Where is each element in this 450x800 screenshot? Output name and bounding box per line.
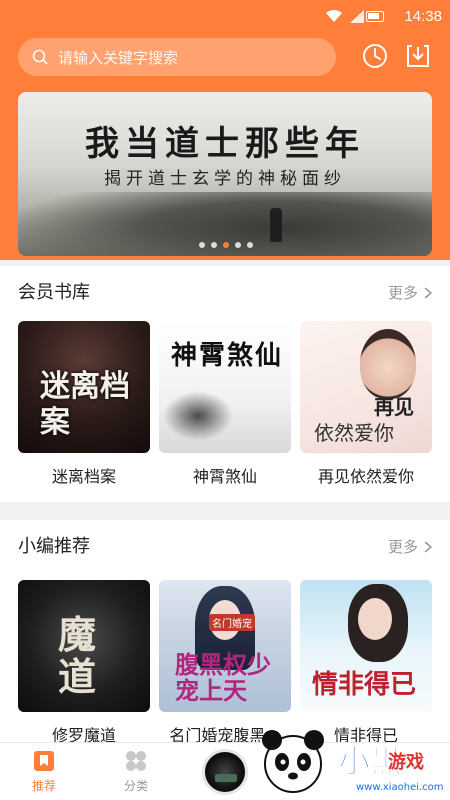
book-cover: 神霄煞仙 [159, 321, 291, 453]
chevron-right-icon [424, 540, 432, 553]
status-time: 14:38 [404, 8, 442, 25]
cover-tag: 名门婚宠 [209, 614, 255, 631]
battery-icon [366, 11, 384, 22]
cover-text: 再见 [374, 395, 414, 419]
wifi-icon [326, 10, 342, 22]
cover-text: 情非得已 [312, 670, 417, 700]
cover-text: 魔道 [58, 612, 97, 699]
cover-text: 腹黑权少宠上天 [175, 650, 271, 705]
book-card[interactable]: 再见 依然爱你 再见依然爱你 [300, 321, 432, 487]
section-title: 会员书库 [18, 282, 90, 303]
more-label: 更多 [387, 538, 418, 556]
book-card[interactable]: 神霄煞仙 神霄煞仙 [159, 321, 291, 487]
banner-subtitle: 揭开道士玄学的神秘面纱 [104, 169, 346, 189]
page-dot-active [223, 242, 229, 248]
banner-title: 我当道士那些年 [85, 124, 365, 164]
cover-text: 迷离档案 [40, 369, 130, 440]
ink-smoke-decoration [163, 391, 233, 441]
status-bar: 14:38 [0, 0, 450, 32]
page-dot [247, 242, 253, 248]
page-dot [211, 242, 217, 248]
cover-text: 依然爱你 [314, 421, 394, 445]
tab-label: 分类 [123, 779, 148, 793]
editor-picks-section: 小编推荐 更多 魔道 修罗魔道 名门婚宠 腹黑权少宠上天 名门婚宠腹黑... 情… [0, 520, 450, 745]
search-icon [32, 49, 48, 65]
book-title: 神霄煞仙 [192, 467, 257, 486]
taoist-figure-silhouette [270, 208, 282, 242]
more-link[interactable]: 更多 [388, 282, 432, 303]
tab-category[interactable]: 分类 [106, 749, 166, 794]
banner-pagination [199, 242, 253, 248]
cover-face [358, 598, 392, 640]
search-bar[interactable]: 请输入关键字搜索 [18, 38, 336, 76]
book-cover: 再见 依然爱你 [300, 321, 432, 453]
watermark-sub: 游戏 [388, 752, 424, 773]
category-grid-icon [126, 751, 146, 771]
watermark-logo: 小黑 游戏 www.xiaohei.com [258, 712, 450, 800]
now-playing-disc[interactable] [202, 749, 248, 795]
tab-recommend[interactable]: 推荐 [14, 749, 74, 794]
book-cover: 情非得已 [300, 580, 432, 712]
search-placeholder: 请输入关键字搜索 [58, 48, 179, 67]
book-title: 再见依然爱你 [317, 467, 414, 486]
download-icon[interactable] [404, 42, 432, 70]
book-card[interactable]: 迷离档案 迷离档案 [18, 321, 150, 487]
chevron-right-icon [424, 286, 432, 299]
page-dot [235, 242, 241, 248]
book-card[interactable]: 魔道 修罗魔道 [18, 580, 150, 746]
cover-portrait [360, 329, 416, 399]
book-cover: 名门婚宠 腹黑权少宠上天 [159, 580, 291, 712]
book-cover: 迷离档案 [18, 321, 150, 453]
history-clock-icon[interactable] [361, 42, 389, 70]
page-dot [199, 242, 205, 248]
section-title: 小编推荐 [18, 536, 90, 557]
book-cover: 魔道 [18, 580, 150, 712]
book-title: 迷离档案 [51, 467, 116, 486]
member-library-section: 会员书库 更多 迷离档案 迷离档案 神霄煞仙 神霄煞仙 再见 依然爱你 再见依然… [0, 266, 450, 502]
more-label: 更多 [387, 284, 418, 302]
cover-text: 神霄煞仙 [171, 341, 284, 371]
promo-banner[interactable]: 我当道士那些年 揭开道士玄学的神秘面纱 [18, 92, 432, 256]
more-link[interactable]: 更多 [388, 536, 432, 557]
tab-label: 推荐 [31, 779, 56, 793]
signal-icon [350, 10, 364, 23]
bookmark-icon [34, 751, 54, 771]
watermark-url: www.xiaohei.com [356, 782, 444, 793]
panda-mascot-icon [262, 730, 324, 793]
